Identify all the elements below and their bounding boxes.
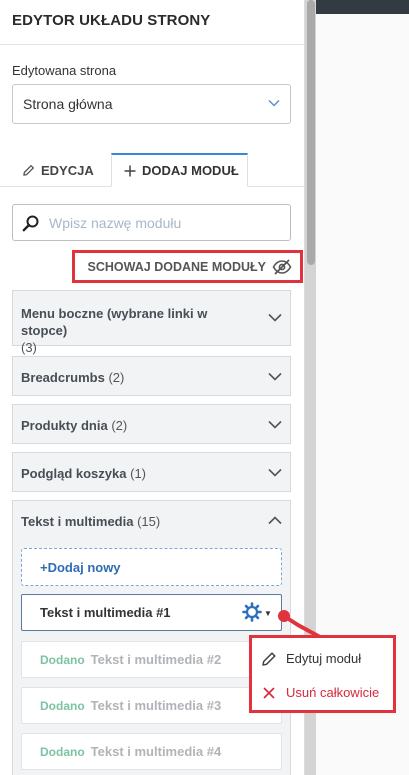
module-name: Tekst i multimedia #1 xyxy=(40,605,171,620)
edit-module-menu-item[interactable]: Edytuj moduł xyxy=(252,642,393,675)
group-count: (3) xyxy=(21,340,37,355)
edited-page-select[interactable]: Strona główna xyxy=(12,84,291,124)
module-item-added[interactable]: Dodano Tekst i multimedia #3 xyxy=(21,687,282,724)
tab-add-module[interactable]: DODAJ MODUŁ xyxy=(111,153,248,187)
pencil-icon xyxy=(262,651,276,666)
caret-down-icon[interactable]: ▼ xyxy=(264,609,272,618)
chevron-down-icon xyxy=(268,313,282,322)
group-name: Podgląd koszyka xyxy=(21,466,127,481)
edited-page-value: Strona główna xyxy=(23,96,113,112)
search-icon xyxy=(22,215,39,232)
group-name: Menu boczne (wybrane linki w stopce) xyxy=(21,306,208,338)
module-name: Tekst i multimedia #2 xyxy=(90,652,222,667)
chevron-up-icon xyxy=(268,516,282,525)
scrollbar-thumb[interactable] xyxy=(307,0,315,265)
preview-toolbar xyxy=(316,0,409,14)
added-badge: Dodano xyxy=(40,652,85,667)
group-name: Tekst i multimedia xyxy=(21,514,134,529)
module-group-cart-preview[interactable]: Podgląd koszyka (1) xyxy=(12,452,291,492)
added-badge: Dodano xyxy=(40,698,85,713)
eye-off-icon xyxy=(272,258,292,275)
search-placeholder: Wpisz nazwę modułu xyxy=(49,215,182,231)
add-new-module-button[interactable]: +Dodaj nowy xyxy=(21,548,282,586)
module-name: Tekst i multimedia #4 xyxy=(90,744,222,759)
panel-title: EDYTOR UKŁADU STRONY xyxy=(0,0,304,45)
hide-added-modules-label: SCHOWAJ DODANE MODUŁY xyxy=(87,259,266,274)
group-name: Produkty dnia xyxy=(21,418,108,433)
group-count: (2) xyxy=(108,370,125,385)
module-group-breadcrumbs[interactable]: Breadcrumbs (2) xyxy=(12,356,291,396)
chevron-down-icon xyxy=(268,468,282,477)
added-badge: Dodano xyxy=(40,744,85,759)
edited-page-label: Edytowana strona xyxy=(12,63,117,78)
tab-add-module-label: DODAJ MODUŁ xyxy=(142,163,239,178)
module-item-added[interactable]: Dodano Tekst i multimedia #4 xyxy=(21,733,282,770)
delete-module-label: Usuń całkowicie xyxy=(286,685,380,700)
close-icon xyxy=(263,686,275,699)
module-group-daily-products[interactable]: Produkty dnia (2) xyxy=(12,404,291,444)
tab-edit[interactable]: EDYCJA xyxy=(12,153,106,187)
hide-added-modules-button[interactable]: SCHOWAJ DODANE MODUŁY xyxy=(72,250,303,283)
group-count: (2) xyxy=(111,418,128,433)
tab-edit-label: EDYCJA xyxy=(41,162,94,178)
group-name: Breadcrumbs xyxy=(21,370,105,385)
pencil-icon xyxy=(23,164,34,176)
module-search-input[interactable]: Wpisz nazwę modułu xyxy=(12,204,291,241)
module-group-side-menu[interactable]: Menu boczne (wybrane linki w stopce) (3) xyxy=(12,290,291,355)
chevron-down-icon xyxy=(268,372,282,381)
group-count: (1) xyxy=(130,466,146,481)
gear-icon[interactable] xyxy=(242,602,262,622)
module-item-added[interactable]: Dodano Tekst i multimedia #2 xyxy=(21,641,282,678)
edit-module-label: Edytuj moduł xyxy=(286,651,362,666)
group-count: (15) xyxy=(137,514,161,529)
plus-icon xyxy=(124,165,136,176)
delete-module-menu-item[interactable]: Usuń całkowicie xyxy=(252,676,393,709)
chevron-down-icon xyxy=(268,420,282,429)
module-name: Tekst i multimedia #3 xyxy=(90,698,222,713)
module-context-menu: Edytuj moduł Usuń całkowicie xyxy=(249,635,396,713)
chevron-down-icon xyxy=(268,99,280,107)
